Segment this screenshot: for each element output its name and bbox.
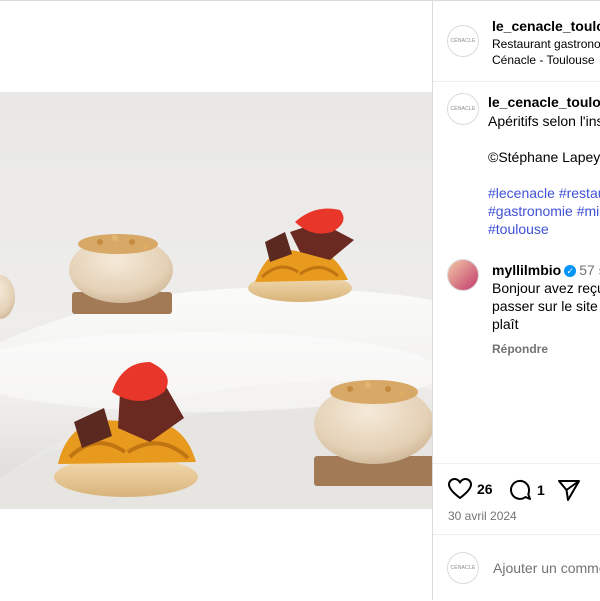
commenter-username[interactable]: myllilmbio xyxy=(492,262,561,278)
comment-line-3: plaît xyxy=(492,316,519,332)
avatar-logo-text: CÉNACLE xyxy=(450,38,476,44)
caption-text: Apéritifs selon l'inspiration xyxy=(488,113,600,129)
caption-avatar[interactable]: CÉNACLE xyxy=(447,93,479,125)
hashtags-line-2[interactable]: #gastronomie #michelin xyxy=(488,202,600,220)
food-photo-illustration xyxy=(0,208,432,509)
commenter-avatar[interactable] xyxy=(447,259,479,291)
post-details-pane: CÉNACLE le_cenacle_toulouse Restaurant g… xyxy=(433,0,600,600)
comment-line-2: passer sur le site web s'il vous xyxy=(492,298,600,314)
comment-line-1: Bonjour avez reçu mon DM ? En xyxy=(492,280,600,296)
location-line-2[interactable]: Cénacle - Toulouse xyxy=(492,53,595,67)
likes-count[interactable]: 26 xyxy=(477,481,493,497)
avatar-logo-text: CÉNACLE xyxy=(450,106,476,112)
account-avatar[interactable]: CÉNACLE xyxy=(447,25,479,57)
comments-count[interactable]: 1 xyxy=(537,482,545,498)
hashtags-line-1[interactable]: #lecenacle #restaurant xyxy=(488,184,600,202)
current-user-avatar: CÉNACLE xyxy=(447,552,479,584)
avatar-logo-text: CÉNACLE xyxy=(450,565,476,571)
post-date[interactable]: 30 avril 2024 xyxy=(448,509,517,523)
comment-time: 57 sem xyxy=(579,262,600,278)
add-comment-input[interactable]: Ajouter un commentaire... xyxy=(493,560,600,576)
caption-credit: ©Stéphane Lapeyre xyxy=(488,149,600,165)
post-photo[interactable] xyxy=(0,92,432,509)
heart-icon[interactable] xyxy=(448,478,472,500)
comment-action[interactable]: 1 xyxy=(508,478,545,502)
post-media-pane xyxy=(0,0,432,601)
actions-divider xyxy=(433,463,600,464)
location-line-1[interactable]: Restaurant gastronomique Le xyxy=(492,37,600,51)
verified-badge-icon: ✓ xyxy=(564,265,577,278)
hashtags-line-3[interactable]: #toulouse xyxy=(488,220,549,238)
comment-bar-divider xyxy=(433,534,600,535)
reply-button[interactable]: Répondre xyxy=(492,342,548,356)
post-header: CÉNACLE le_cenacle_toulouse Restaurant g… xyxy=(433,1,600,82)
send-icon[interactable] xyxy=(557,478,581,502)
caption-username[interactable]: le_cenacle_toulouse xyxy=(488,94,600,110)
comment-icon[interactable] xyxy=(508,478,532,502)
comment-header: myllilmbio✓57 sem xyxy=(492,261,600,279)
like-action[interactable]: 26 xyxy=(448,478,493,500)
share-action[interactable] xyxy=(557,478,581,502)
account-username[interactable]: le_cenacle_toulouse xyxy=(492,18,600,34)
